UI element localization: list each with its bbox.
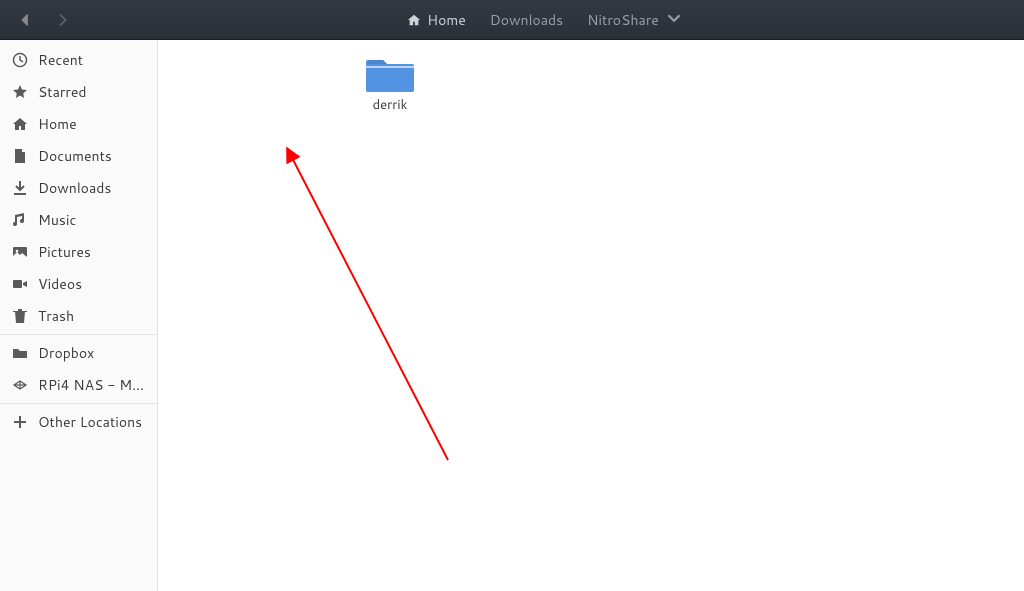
document-icon	[12, 148, 28, 164]
sidebar-section-other: Other Locations	[0, 406, 157, 438]
star-icon	[12, 84, 28, 100]
sidebar-section-mounts: Dropbox RPi4 NAS - Me…	[0, 337, 157, 404]
sidebar-item-recent[interactable]: Recent	[0, 44, 157, 76]
sidebar-item-label: Pictures	[38, 242, 91, 262]
sidebar-item-home[interactable]: Home	[0, 108, 157, 140]
pictures-icon	[12, 244, 28, 260]
sidebar-item-videos[interactable]: Videos	[0, 268, 157, 300]
sidebar-item-label: Other Locations	[38, 412, 142, 432]
folder-label: derrik	[373, 96, 408, 114]
sidebar-item-music[interactable]: Music	[0, 204, 157, 236]
path-segment-downloads[interactable]: Downloads	[478, 6, 575, 34]
folder-item-derrik[interactable]: derrik	[342, 48, 438, 120]
download-icon	[12, 180, 28, 196]
pathbar: Home Downloads NitroShare	[76, 6, 1012, 34]
sidebar-item-label: Home	[38, 114, 77, 134]
folder-remote-icon	[12, 345, 28, 361]
sidebar-item-label: Videos	[38, 274, 82, 294]
sidebar-item-label: Dropbox	[38, 343, 94, 363]
headerbar: Home Downloads NitroShare	[0, 0, 1024, 40]
path-label: NitroShare	[587, 10, 659, 30]
file-view[interactable]: derrik	[158, 40, 1024, 591]
sidebar-item-starred[interactable]: Starred	[0, 76, 157, 108]
sidebar-item-label: RPi4 NAS - Me…	[38, 375, 145, 395]
path-label: Downloads	[490, 10, 563, 30]
sidebar-item-label: Trash	[38, 306, 74, 326]
back-button[interactable]	[12, 6, 40, 34]
sidebar-item-label: Starred	[38, 82, 87, 102]
nav-buttons	[12, 6, 76, 34]
sidebar-item-other-locations[interactable]: Other Locations	[0, 406, 157, 438]
home-icon	[407, 13, 421, 27]
annotation-arrow	[158, 40, 1024, 591]
sidebar-item-label: Recent	[38, 50, 83, 70]
music-icon	[12, 212, 28, 228]
path-segment-nitroshare[interactable]: NitroShare	[575, 6, 693, 34]
netdrive-icon	[12, 377, 28, 393]
arrow-right-icon	[55, 13, 69, 27]
arrow-left-icon	[19, 13, 33, 27]
plus-icon	[12, 414, 28, 430]
path-label: Home	[427, 10, 466, 30]
forward-button[interactable]	[48, 6, 76, 34]
home-icon	[12, 116, 28, 132]
path-segment-home[interactable]: Home	[395, 6, 478, 34]
chevron-down-icon	[667, 10, 681, 30]
sidebar-section-places: Recent Starred Home Documents Downloads …	[0, 44, 157, 335]
trash-icon	[12, 308, 28, 324]
sidebar-item-dropbox[interactable]: Dropbox	[0, 337, 157, 369]
sidebar-item-label: Downloads	[38, 178, 111, 198]
sidebar-item-rpi4nas[interactable]: RPi4 NAS - Me…	[0, 369, 157, 401]
sidebar-item-documents[interactable]: Documents	[0, 140, 157, 172]
folder-icon	[366, 54, 414, 94]
video-icon	[12, 276, 28, 292]
sidebar-item-trash[interactable]: Trash	[0, 300, 157, 332]
sidebar-item-label: Music	[38, 210, 76, 230]
sidebar-item-label: Documents	[38, 146, 112, 166]
sidebar: Recent Starred Home Documents Downloads …	[0, 40, 158, 591]
sidebar-item-downloads[interactable]: Downloads	[0, 172, 157, 204]
sidebar-item-pictures[interactable]: Pictures	[0, 236, 157, 268]
content-area: Recent Starred Home Documents Downloads …	[0, 40, 1024, 591]
clock-icon	[12, 52, 28, 68]
